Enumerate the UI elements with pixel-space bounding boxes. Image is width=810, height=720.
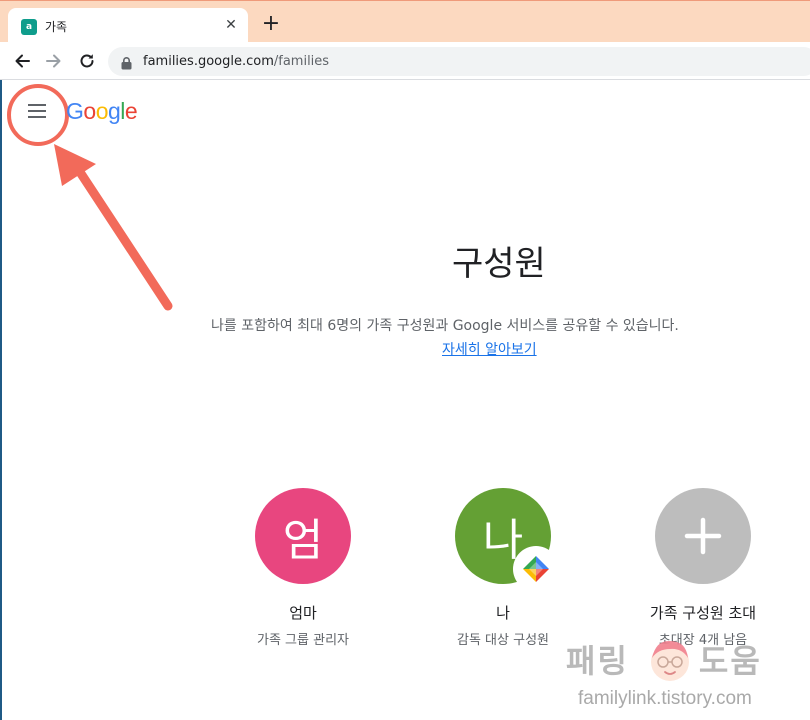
member-me[interactable]: 나 나 감독 대상 구성원	[433, 488, 573, 648]
logo-letter: o	[95, 98, 109, 124]
invite-member-button[interactable]: 가족 구성원 초대 초대장 4개 남음	[633, 488, 773, 648]
member-role: 가족 그룹 관리자	[257, 633, 349, 648]
url-host: families.google.com	[143, 54, 274, 69]
tab-family[interactable]: a 가족 ✕	[8, 8, 248, 43]
reload-icon[interactable]	[75, 49, 99, 73]
members-description: 나를 포함하여 최대 6명의 가족 구성원과 Google 서비스를 공유할 수…	[211, 318, 679, 334]
tab-strip: a 가족 ✕ +	[0, 0, 810, 43]
logo-letter: g	[107, 98, 121, 124]
forward-arrow-icon[interactable]	[42, 49, 66, 73]
avatar-initial: 엄	[282, 515, 324, 566]
logo-letter: o	[83, 98, 96, 124]
url-path: /families	[273, 54, 330, 69]
close-icon[interactable]: ✕	[222, 16, 240, 34]
member-name: 가족 구성원 초대	[649, 604, 757, 622]
page-title: 구성원	[452, 244, 546, 284]
family-favicon-icon: a	[21, 19, 37, 35]
lock-icon	[121, 55, 132, 74]
member-name: 엄마	[289, 604, 317, 622]
window-edge	[0, 80, 2, 720]
watermark-right: 도움	[698, 642, 762, 680]
address-bar[interactable]: families.google.com/families	[108, 47, 810, 76]
avatar[interactable]: 엄	[255, 488, 351, 584]
annotation-circle	[7, 84, 69, 146]
watermark-left: 패링	[566, 642, 629, 680]
member-role: 감독 대상 구성원	[457, 633, 549, 648]
logo-letter: e	[124, 98, 138, 124]
learn-more-link[interactable]: 자세히 알아보기	[442, 339, 537, 359]
member-mom[interactable]: 엄 엄마 가족 그룹 관리자	[233, 488, 373, 648]
logo-letter: G	[66, 98, 84, 124]
browser-toolbar: families.google.com/families	[0, 42, 810, 80]
back-arrow-icon[interactable]	[10, 49, 34, 73]
avatar[interactable]: 나	[455, 488, 559, 592]
member-name: 나	[496, 604, 510, 622]
family-link-icon	[513, 546, 559, 592]
new-tab-button[interactable]: +	[260, 13, 282, 35]
watermark-url: familylink.tistory.com	[578, 688, 752, 709]
watermark-face-icon	[651, 640, 689, 681]
tab-title: 가족	[45, 20, 68, 34]
add-member-icon[interactable]	[655, 488, 751, 584]
url-text: families.google.com/families	[143, 54, 329, 69]
google-logo[interactable]: Google	[66, 98, 138, 125]
plus-icon	[684, 517, 722, 555]
